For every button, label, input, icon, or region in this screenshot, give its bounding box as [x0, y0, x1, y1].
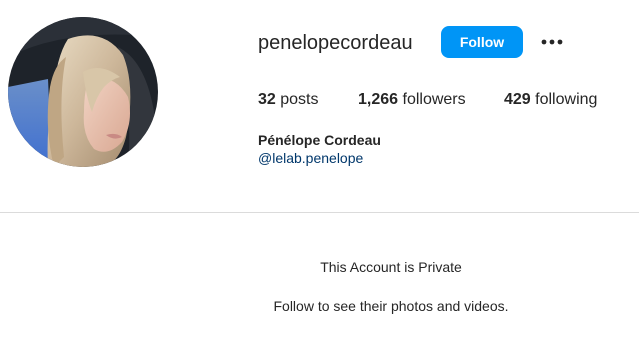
full-name: Pénélope Cordeau: [258, 132, 381, 148]
stat-following[interactable]: 429 following: [504, 90, 597, 110]
section-divider: [0, 212, 639, 213]
followers-label: followers: [402, 91, 466, 108]
threads-handle-link[interactable]: @lelab.penelope: [258, 149, 363, 167]
followers-count: 1,266: [358, 91, 399, 108]
private-title: This Account is Private: [320, 259, 462, 275]
avatar-photo: [8, 17, 158, 167]
profile-header: penelopecordeau Follow 32 posts 1,266 fo…: [0, 0, 639, 212]
posts-label: posts: [280, 91, 319, 108]
following-label: following: [535, 91, 598, 108]
more-horizontal-icon: [541, 39, 563, 45]
username: penelopecordeau: [258, 32, 413, 54]
options-button[interactable]: [536, 30, 568, 54]
posts-count: 32: [258, 91, 276, 108]
private-message: Follow to see their photos and videos.: [273, 298, 509, 314]
avatar[interactable]: [8, 17, 158, 167]
stat-posts: 32 posts: [258, 90, 319, 110]
stat-followers[interactable]: 1,266 followers: [358, 90, 466, 110]
following-count: 429: [504, 91, 531, 108]
follow-button[interactable]: Follow: [441, 26, 523, 58]
